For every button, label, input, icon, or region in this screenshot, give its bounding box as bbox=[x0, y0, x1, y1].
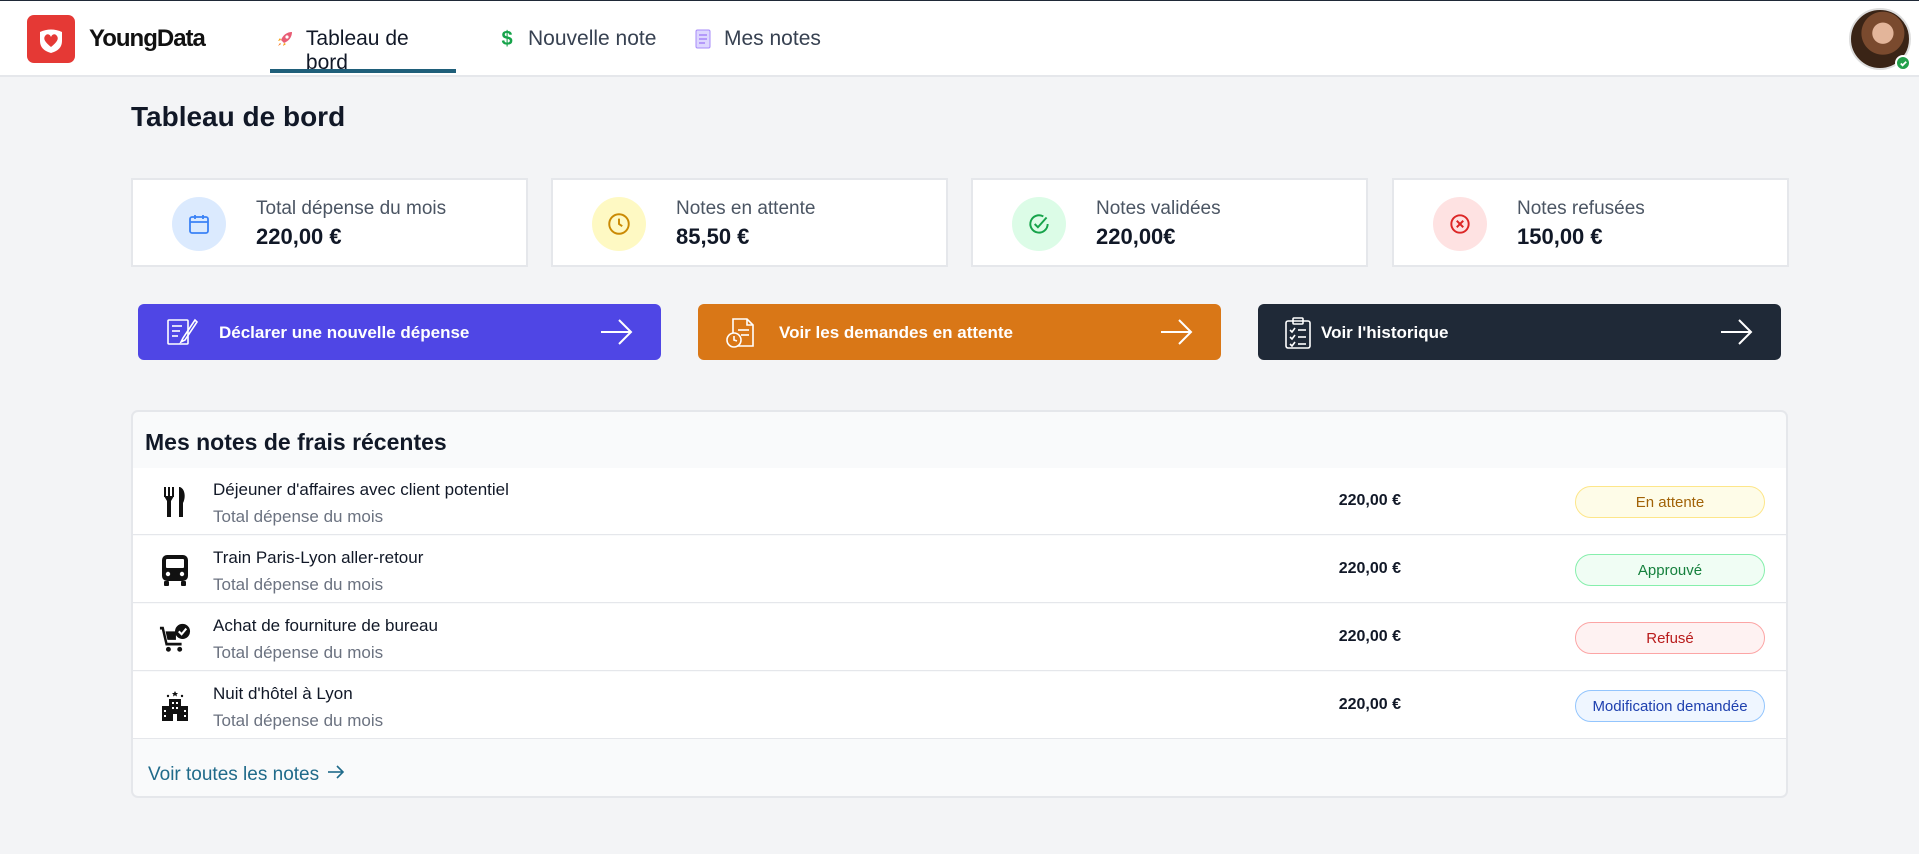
status-badge: Modification demandée bbox=[1575, 690, 1765, 722]
nav-tab-my-notes[interactable]: Mes notes bbox=[692, 27, 821, 73]
status-badge: Approuvé bbox=[1575, 554, 1765, 586]
train-icon bbox=[159, 552, 191, 588]
expense-title: Déjeuner d'affaires avec client potentie… bbox=[213, 480, 509, 499]
rocket-icon bbox=[274, 27, 296, 51]
button-label: Voir les demandes en attente bbox=[779, 323, 1013, 342]
cart-check-icon bbox=[159, 620, 191, 656]
stat-card-refused: Notes refusées 150,00 € bbox=[1392, 178, 1789, 267]
x-circle-icon bbox=[1433, 197, 1487, 251]
declare-expense-button[interactable]: Déclarer une nouvelle dépense bbox=[138, 304, 661, 360]
stat-label: Total dépense du mois bbox=[256, 198, 447, 219]
top-navbar: YoungData Tableau de bord $ Nouvelle not… bbox=[0, 0, 1919, 77]
stat-value: 220,00€ bbox=[1096, 224, 1176, 249]
see-all-notes-link[interactable]: Voir toutes les notes bbox=[148, 764, 345, 786]
arrow-right-icon bbox=[599, 318, 633, 351]
arrow-right-icon bbox=[1719, 318, 1753, 351]
button-label: Déclarer une nouvelle dépense bbox=[219, 323, 470, 342]
expense-title: Achat de fourniture de bureau bbox=[213, 616, 438, 635]
expense-subtitle: Total dépense du mois bbox=[213, 507, 384, 526]
stat-label: Notes refusées bbox=[1517, 198, 1645, 219]
arrow-right-icon bbox=[1159, 318, 1193, 351]
panel-title: Mes notes de frais récentes bbox=[145, 429, 447, 455]
dollar-icon: $ bbox=[501, 27, 513, 50]
expense-amount: 220,00 € bbox=[1338, 628, 1401, 645]
expense-row[interactable]: Achat de fourniture de bureau Total dépe… bbox=[133, 604, 1786, 671]
online-status-icon bbox=[1895, 55, 1911, 71]
logo-icon[interactable] bbox=[27, 15, 75, 63]
stat-card-pending: Notes en attente 85,50 € bbox=[551, 178, 948, 267]
button-label: Voir l'historique bbox=[1321, 323, 1449, 342]
recent-notes-panel: Mes notes de frais récentes Déjeuner d'a… bbox=[131, 410, 1788, 798]
utensils-icon bbox=[159, 484, 191, 520]
stat-label: Notes validées bbox=[1096, 198, 1221, 219]
clipboard-list-icon bbox=[1283, 316, 1313, 355]
expense-row[interactable]: Déjeuner d'affaires avec client potentie… bbox=[133, 468, 1786, 535]
document-clock-icon bbox=[725, 316, 759, 355]
page-title: Tableau de bord bbox=[131, 101, 346, 132]
stat-value: 220,00 € bbox=[256, 224, 342, 249]
expense-subtitle: Total dépense du mois bbox=[213, 711, 384, 730]
note-pen-icon bbox=[165, 316, 199, 353]
nav-tab-label: Tableau de bord bbox=[305, 27, 409, 74]
status-badge: En attente bbox=[1575, 486, 1765, 518]
document-icon bbox=[692, 27, 714, 51]
brand-name[interactable]: YoungData bbox=[89, 25, 206, 53]
hotel-icon bbox=[159, 688, 191, 724]
link-label: Voir toutes les notes bbox=[148, 764, 320, 785]
stat-value: 85,50 € bbox=[676, 224, 750, 249]
stat-card-validated: Notes validées 220,00€ bbox=[971, 178, 1368, 267]
expense-title: Nuit d'hôtel à Lyon bbox=[213, 684, 353, 703]
history-button[interactable]: Voir l'historique bbox=[1258, 304, 1781, 360]
check-circle-icon bbox=[1012, 197, 1066, 251]
expense-amount: 220,00 € bbox=[1338, 492, 1401, 509]
nav-tab-label: Nouvelle note bbox=[528, 27, 657, 50]
stat-card-total: Total dépense du mois 220,00 € bbox=[131, 178, 528, 267]
status-badge: Refusé bbox=[1575, 622, 1765, 654]
expense-title: Train Paris-Lyon aller-retour bbox=[213, 548, 424, 567]
expense-row[interactable]: Train Paris-Lyon aller-retour Total dépe… bbox=[133, 536, 1786, 603]
stat-value: 150,00 € bbox=[1517, 224, 1603, 249]
nav-tab-new-note[interactable]: $ Nouvelle note bbox=[496, 27, 656, 73]
expense-subtitle: Total dépense du mois bbox=[213, 643, 384, 662]
arrow-right-icon bbox=[327, 764, 345, 786]
expense-row[interactable]: Nuit d'hôtel à Lyon Total dépense du moi… bbox=[133, 672, 1786, 739]
nav-tab-label: Mes notes bbox=[724, 27, 821, 50]
stat-label: Notes en attente bbox=[676, 198, 816, 219]
expense-subtitle: Total dépense du mois bbox=[213, 575, 384, 594]
calendar-icon bbox=[172, 197, 226, 251]
clock-icon bbox=[592, 197, 646, 251]
pending-requests-button[interactable]: Voir les demandes en attente bbox=[698, 304, 1221, 360]
expense-amount: 220,00 € bbox=[1338, 696, 1401, 713]
expense-amount: 220,00 € bbox=[1338, 560, 1401, 577]
nav-tab-dashboard[interactable]: Tableau de bord bbox=[270, 27, 456, 74]
